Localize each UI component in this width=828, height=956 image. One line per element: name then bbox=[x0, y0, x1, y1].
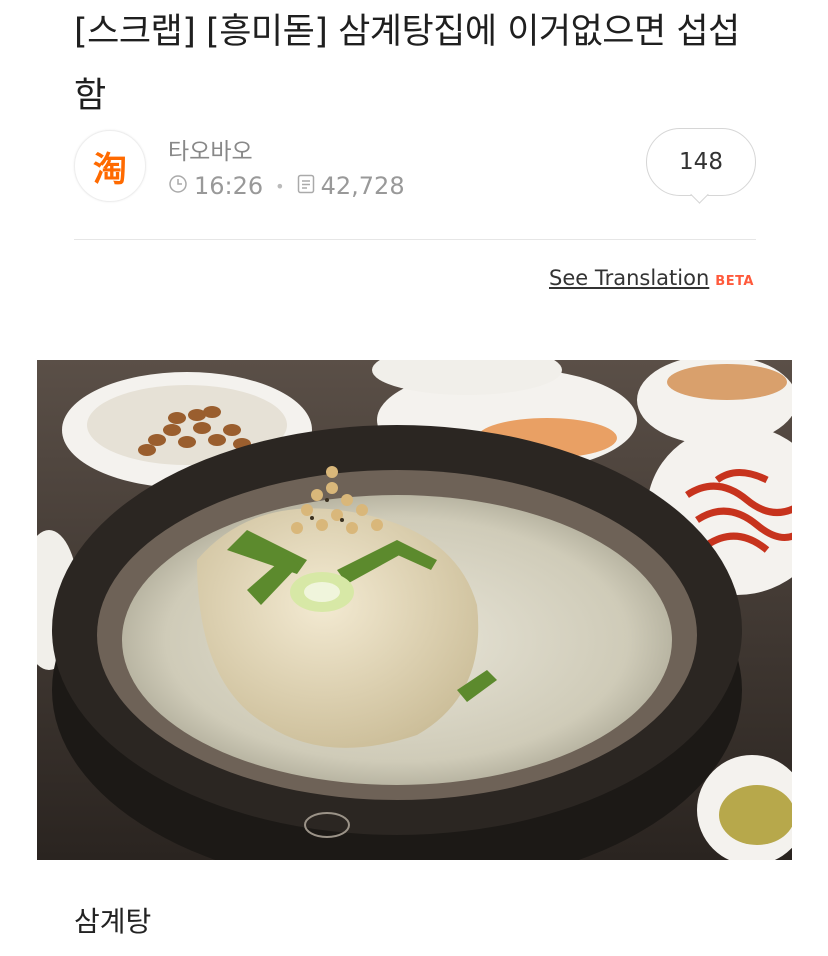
avatar-glyph: 淘 bbox=[93, 149, 127, 190]
comment-count-button[interactable]: 148 bbox=[646, 128, 756, 196]
avatar[interactable]: 淘 bbox=[74, 130, 146, 202]
comment-count: 148 bbox=[679, 149, 723, 175]
post-time: 16:26 bbox=[194, 172, 264, 200]
post-title: [스크랩] [흥미돋] 삼계탕집에 이거없으면 섭섭함 bbox=[74, 12, 740, 116]
author-name[interactable]: 타오바오 bbox=[168, 132, 253, 166]
view-count: 42,728 bbox=[320, 172, 405, 200]
translation-row: See Translation BETA bbox=[549, 266, 754, 290]
clock-icon bbox=[168, 172, 188, 200]
beta-badge: BETA bbox=[715, 274, 754, 289]
meta-separator: • bbox=[275, 176, 285, 196]
image-caption: 삼계탕 bbox=[74, 905, 152, 938]
author-row: 淘 타오바오 16:26 • 42,728 148 bbox=[74, 128, 756, 208]
post-meta: 16:26 • 42,728 bbox=[168, 172, 405, 200]
header-divider bbox=[74, 239, 756, 240]
document-icon bbox=[297, 172, 315, 200]
samgyetang-photo bbox=[37, 360, 792, 860]
see-translation-link[interactable]: See Translation bbox=[549, 266, 709, 290]
